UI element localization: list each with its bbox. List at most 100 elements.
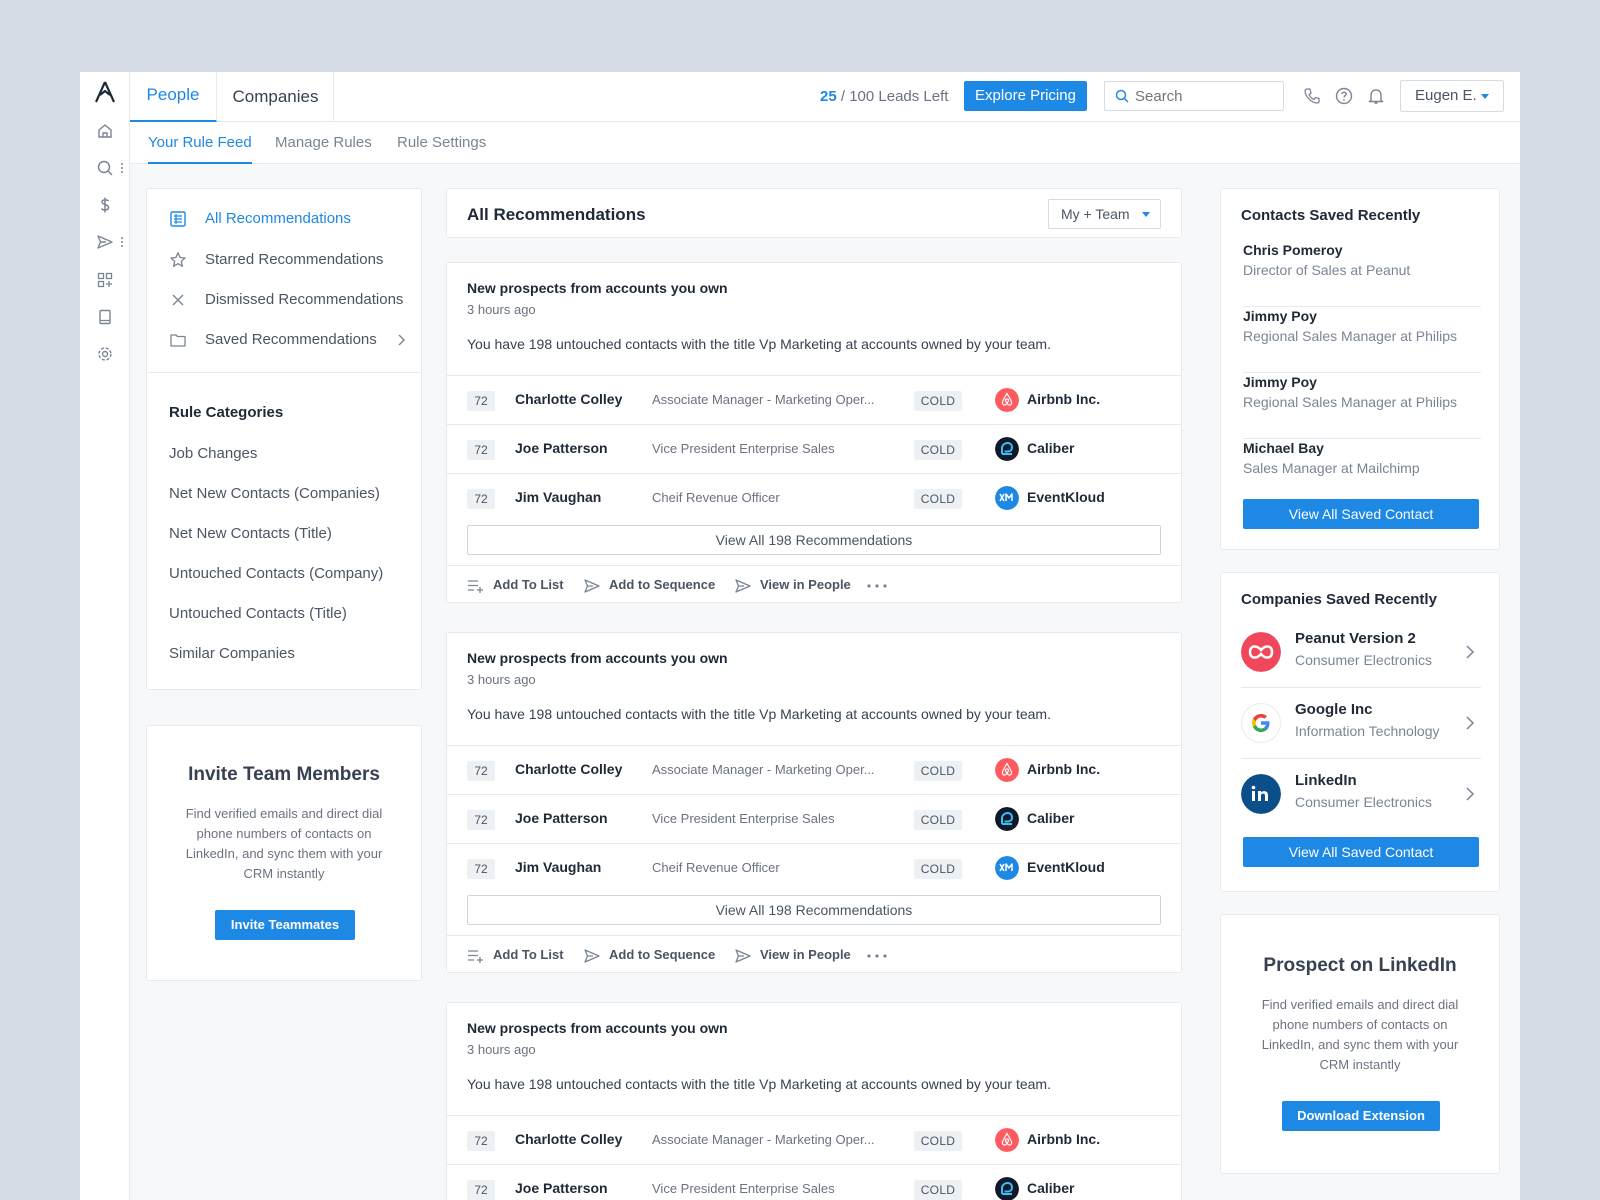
contact-name[interactable]: Jim Vaughan xyxy=(515,859,601,875)
category-similar-companies[interactable]: Similar Companies xyxy=(169,645,295,662)
send-icon[interactable] xyxy=(96,233,114,251)
category-untouched-contacts-company[interactable]: Untouched Contacts (Company) xyxy=(169,565,383,582)
book-icon[interactable] xyxy=(96,308,114,326)
table-row[interactable]: 72 Charlotte Colley Associate Manager - Ma… xyxy=(447,745,1181,794)
more-vertical-icon[interactable] xyxy=(120,162,124,174)
saved-company-item[interactable]: Google Inc Information Technology xyxy=(1241,688,1481,759)
help-icon[interactable] xyxy=(1334,86,1354,106)
category-net-new-contacts-companies[interactable]: Net New Contacts (Companies) xyxy=(169,485,380,502)
leads-counter: 25 / 100 Leads Left xyxy=(820,88,948,105)
company-industry: Consumer Electronics xyxy=(1295,652,1432,668)
saved-company-item[interactable]: LinkedIn Consumer Electronics xyxy=(1241,759,1481,830)
download-extension-button[interactable]: Download Extension xyxy=(1282,1101,1440,1131)
saved-contact-item[interactable]: Chris Pomeroy Director of Sales at Peanu… xyxy=(1243,242,1481,307)
tab-people[interactable]: People xyxy=(130,72,217,122)
view-all-recommendations-button[interactable]: View All 198 Recommendations xyxy=(467,895,1161,925)
invite-description: Find verified emails and direct dial pho… xyxy=(185,806,383,881)
category-net-new-contacts-title[interactable]: Net New Contacts (Title) xyxy=(169,525,332,542)
send-icon xyxy=(584,579,600,593)
company-name[interactable]: Airbnb Inc. xyxy=(1027,391,1100,407)
contact-job-title: Vice President Enterprise Sales xyxy=(652,811,835,826)
status-badge: COLD xyxy=(914,1131,962,1151)
action-label: Add to Sequence xyxy=(609,577,716,592)
view-all-saved-contact-button[interactable]: View All Saved Contact xyxy=(1243,499,1479,529)
recommendation-title: New prospects from accounts you own xyxy=(467,650,728,666)
all-recommendations-header: All Recommendations My + Team xyxy=(446,188,1182,238)
contact-job-title: Associate Manager - Marketing Oper... xyxy=(652,762,875,777)
contact-name[interactable]: Charlotte Colley xyxy=(515,761,622,777)
recommendation-actions: Add To List Add to Sequence View in People xyxy=(447,565,1181,605)
home-icon[interactable] xyxy=(96,122,114,140)
table-row[interactable]: 72 Joe Patterson Vice President Enterprise… xyxy=(447,1164,1181,1200)
more-horizontal-icon[interactable] xyxy=(867,584,887,588)
lead-score-badge: 72 xyxy=(467,761,495,781)
contact-name[interactable]: Joe Patterson xyxy=(515,1180,608,1196)
team-filter-dropdown[interactable]: My + Team xyxy=(1048,199,1161,229)
table-row[interactable]: 72 Joe Patterson Vice President Enterprise… xyxy=(447,794,1181,843)
contact-job-title: Vice President Enterprise Sales xyxy=(652,1181,835,1196)
user-menu-button[interactable]: Eugen E. xyxy=(1400,80,1504,112)
contact-name[interactable]: Joe Patterson xyxy=(515,440,608,456)
table-row[interactable]: 72 Jim Vaughan Cheif Revenue Officer COLD Ev… xyxy=(447,843,1181,892)
dollar-icon[interactable] xyxy=(96,196,114,214)
table-row[interactable]: 72 Jim Vaughan Cheif Revenue Officer COLD Ev… xyxy=(447,473,1181,522)
recommendation-description: You have 198 untouched contacts with the… xyxy=(467,336,1051,352)
google-logo-icon xyxy=(1241,703,1281,743)
recommendation-time: 3 hours ago xyxy=(467,672,536,687)
airbnb-logo-icon xyxy=(995,388,1019,412)
saved-contact-item[interactable]: Michael Bay Sales Manager at Mailchimp xyxy=(1243,440,1481,480)
status-badge: COLD xyxy=(914,1180,962,1200)
tab-manage-rules[interactable]: Manage Rules xyxy=(275,122,372,164)
linkedin-logo-icon xyxy=(1241,774,1281,814)
nav-label: Starred Recommendations xyxy=(205,251,384,268)
nav-label: All Recommendations xyxy=(205,210,351,227)
apps-icon[interactable] xyxy=(96,271,114,289)
company-name[interactable]: EventKloud xyxy=(1027,859,1105,875)
category-job-changes[interactable]: Job Changes xyxy=(169,445,257,462)
explore-pricing-button[interactable]: Explore Pricing xyxy=(964,81,1087,111)
company-name[interactable]: EventKloud xyxy=(1027,489,1105,505)
contact-job-title: Associate Manager - Marketing Oper... xyxy=(652,392,875,407)
rule-categories-title: Rule Categories xyxy=(169,404,284,421)
search-box[interactable] xyxy=(1104,81,1284,111)
category-untouched-contacts-title[interactable]: Untouched Contacts (Title) xyxy=(169,605,347,622)
action-label: View in People xyxy=(760,947,851,962)
gear-icon[interactable] xyxy=(96,345,114,363)
search-icon[interactable] xyxy=(96,159,114,177)
phone-icon[interactable] xyxy=(1302,86,1322,106)
saved-contact-item[interactable]: Jimmy Poy Regional Sales Manager at Phil… xyxy=(1243,308,1481,373)
more-horizontal-icon[interactable] xyxy=(867,954,887,958)
more-vertical-icon[interactable] xyxy=(120,236,124,248)
saved-contact-item[interactable]: Jimmy Poy Regional Sales Manager at Phil… xyxy=(1243,374,1481,439)
table-row[interactable]: 72 Charlotte Colley Associate Manager - Ma… xyxy=(447,1115,1181,1164)
bell-icon[interactable] xyxy=(1366,86,1386,106)
contact-title: Regional Sales Manager at Philips xyxy=(1243,328,1458,344)
company-name[interactable]: Caliber xyxy=(1027,1180,1074,1196)
view-all-saved-company-button[interactable]: View All Saved Contact xyxy=(1243,837,1479,867)
contact-name[interactable]: Joe Patterson xyxy=(515,810,608,826)
table-row[interactable]: 72 Charlotte Colley Associate Manager - Ma… xyxy=(447,375,1181,424)
company-name[interactable]: Airbnb Inc. xyxy=(1027,1131,1100,1147)
company-name[interactable]: Caliber xyxy=(1027,440,1074,456)
recommendation-card: New prospects from accounts you own 3 hou… xyxy=(446,262,1182,603)
tab-companies[interactable]: Companies xyxy=(218,72,334,122)
nav-saved-recommendations[interactable]: Saved Recommendations xyxy=(169,329,405,351)
header-title: All Recommendations xyxy=(467,205,646,224)
contact-name[interactable]: Charlotte Colley xyxy=(515,391,622,407)
contact-name[interactable]: Charlotte Colley xyxy=(515,1131,622,1147)
search-input[interactable] xyxy=(1135,86,1275,106)
invite-title: Invite Team Members xyxy=(188,764,380,785)
company-name[interactable]: Airbnb Inc. xyxy=(1027,761,1100,777)
invite-teammates-button[interactable]: Invite Teammates xyxy=(215,910,355,940)
tab-rule-settings[interactable]: Rule Settings xyxy=(397,122,486,164)
saved-company-item[interactable]: Peanut Version 2 Consumer Electronics xyxy=(1241,617,1481,688)
tab-your-rule-feed[interactable]: Your Rule Feed xyxy=(148,122,252,164)
add-list-icon xyxy=(468,950,483,963)
company-name[interactable]: Caliber xyxy=(1027,810,1074,826)
view-all-recommendations-button[interactable]: View All 198 Recommendations xyxy=(467,525,1161,555)
recommendation-description: You have 198 untouched contacts with the… xyxy=(467,706,1051,722)
contact-name[interactable]: Jim Vaughan xyxy=(515,489,601,505)
contact-name: Jimmy Poy xyxy=(1243,308,1317,324)
app-logo-icon[interactable] xyxy=(94,80,116,106)
table-row[interactable]: 72 Joe Patterson Vice President Enterprise… xyxy=(447,424,1181,473)
